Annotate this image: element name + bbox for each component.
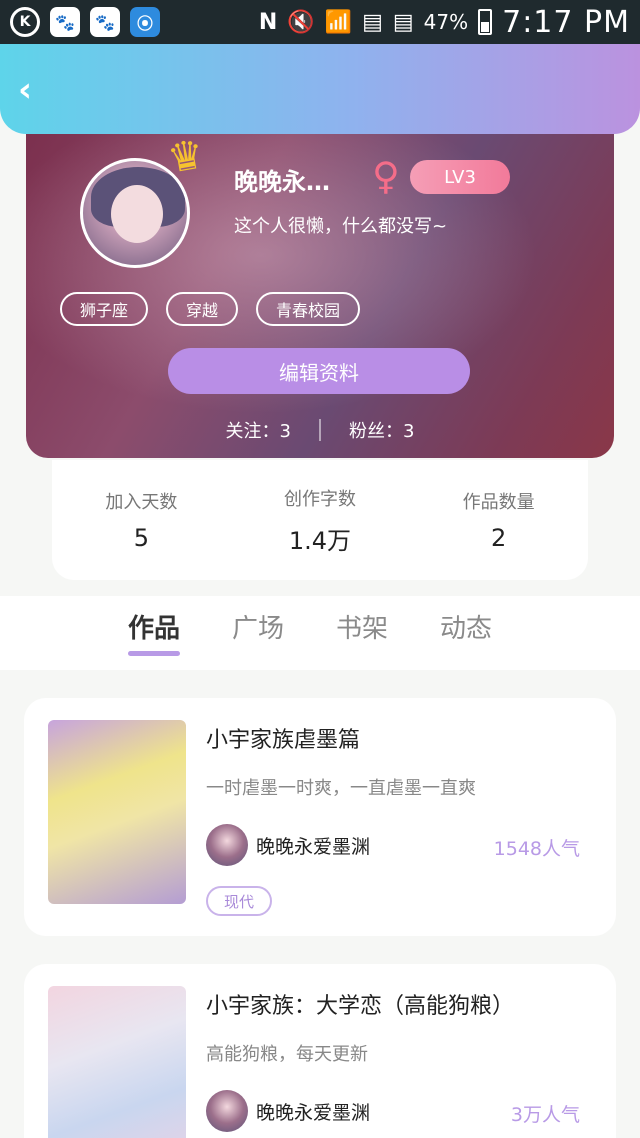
follow-count: 3 xyxy=(279,421,291,442)
edit-profile-button[interactable]: 编辑资料 xyxy=(168,348,470,394)
level-badge: LV3 xyxy=(410,160,510,194)
stat-word-count: 创作字数 1.4万 xyxy=(245,485,395,556)
sim-icon: ▤ xyxy=(362,9,383,35)
female-icon: ♀ xyxy=(372,154,400,198)
follow-label: 关注： xyxy=(225,421,280,442)
work-card[interactable]: 小宇家族虐墨篇 一时虐墨一时爽，一直虐墨一直爽 晚晚永爱墨渊 1548人气 现代 xyxy=(24,698,616,936)
tag[interactable]: 青春校园 xyxy=(256,292,361,326)
follow-stats: 关注：3 粉丝：3 xyxy=(26,416,614,444)
work-title: 小宇家族虐墨篇 xyxy=(206,728,361,753)
book-cover[interactable] xyxy=(48,720,186,904)
tab-activity[interactable]: 动态 xyxy=(440,596,492,656)
stat-value: 5 xyxy=(133,524,149,552)
work-card[interactable]: 小宇家族：大学恋（高能狗粮） 高能狗粮，每天更新 晚晚永爱墨渊 3万人气 xyxy=(24,964,616,1138)
paw-icon: 🐾 xyxy=(50,7,80,37)
tab-works[interactable]: 作品 xyxy=(128,596,181,656)
k-circle-icon: K xyxy=(10,7,40,37)
wifi-icon: 📶 xyxy=(324,9,353,35)
header-bar: ‹ xyxy=(0,44,640,134)
stats-card: 加入天数 5 创作字数 1.4万 作品数量 2 xyxy=(52,460,588,580)
popularity: 1548人气 xyxy=(493,838,580,860)
popularity: 3万人气 xyxy=(510,1104,580,1126)
profile-card: ♛ 晚晚永… ♀ LV3 这个人很懒，什么都没写~ 狮子座 穿越 青春校园 编辑… xyxy=(26,120,614,458)
author-avatar[interactable] xyxy=(206,1090,248,1132)
divider xyxy=(319,419,321,441)
book-cover[interactable] xyxy=(48,986,186,1138)
battery-icon xyxy=(478,9,493,35)
work-title: 小宇家族：大学恋（高能狗粮） xyxy=(206,994,515,1019)
work-description: 高能狗粮，每天更新 xyxy=(206,1044,368,1065)
author-name: 晚晚永爱墨渊 xyxy=(256,1102,371,1124)
tab-bookshelf[interactable]: 书架 xyxy=(336,596,388,656)
stat-label: 作品数量 xyxy=(462,492,535,513)
battery-percent: 47% xyxy=(423,10,469,34)
tag[interactable]: 狮子座 xyxy=(60,292,149,326)
back-button[interactable]: ‹ xyxy=(18,73,46,107)
fans-link[interactable]: 粉丝：3 xyxy=(349,417,414,443)
tab-square[interactable]: 广场 xyxy=(232,596,284,656)
stat-join-days: 加入天数 5 xyxy=(66,488,216,552)
bio: 这个人很懒，什么都没写~ xyxy=(234,216,448,237)
mute-icon: 🔇 xyxy=(287,9,315,35)
stat-label: 创作字数 xyxy=(283,488,356,510)
fans-count: 3 xyxy=(403,421,415,442)
stat-label: 加入天数 xyxy=(105,492,178,513)
stat-value: 1.4万 xyxy=(288,526,352,555)
stat-works-count: 作品数量 2 xyxy=(424,488,574,552)
author-avatar[interactable] xyxy=(206,824,248,866)
paw-icon: 🐾 xyxy=(90,7,120,37)
nickname: 晚晚永… xyxy=(234,168,330,196)
genre-tag: 现代 xyxy=(206,886,273,916)
status-bar-right: N 🔇 📶 ▤ ▤ 47% 7:17 PM xyxy=(259,5,630,40)
stat-value: 2 xyxy=(491,524,507,552)
avatar-face xyxy=(111,185,163,243)
chevron-left-icon: ‹ xyxy=(18,70,33,110)
status-bar: K 🐾 🐾 ⦿ N 🔇 📶 ▤ ▤ 47% 7:17 PM xyxy=(0,0,640,44)
tag-list: 狮子座 穿越 青春校园 xyxy=(60,292,361,326)
sim-icon: ▤ xyxy=(392,9,414,35)
fans-label: 粉丝： xyxy=(349,421,403,442)
tag[interactable]: 穿越 xyxy=(166,292,239,326)
signal-app-icon: ⦿ xyxy=(130,7,160,37)
author-name: 晚晚永爱墨渊 xyxy=(256,836,371,858)
nfc-icon: N xyxy=(258,9,278,35)
clock: 7:17 PM xyxy=(502,4,630,40)
follow-link[interactable]: 关注：3 xyxy=(226,417,291,443)
crown-icon: ♛ xyxy=(164,131,208,183)
tab-bar: 作品 广场 书架 动态 xyxy=(0,596,640,670)
work-description: 一时虐墨一时爽，一直虐墨一直爽 xyxy=(206,778,476,799)
